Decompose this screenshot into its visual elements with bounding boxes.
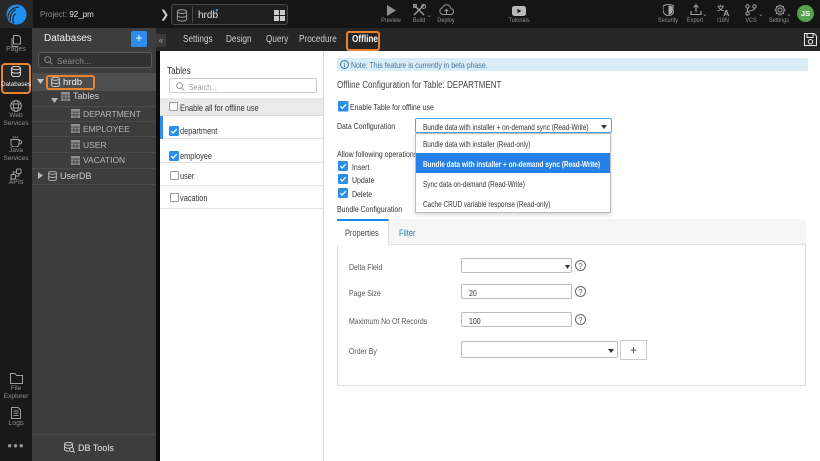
- svg-text:A: A: [723, 8, 729, 16]
